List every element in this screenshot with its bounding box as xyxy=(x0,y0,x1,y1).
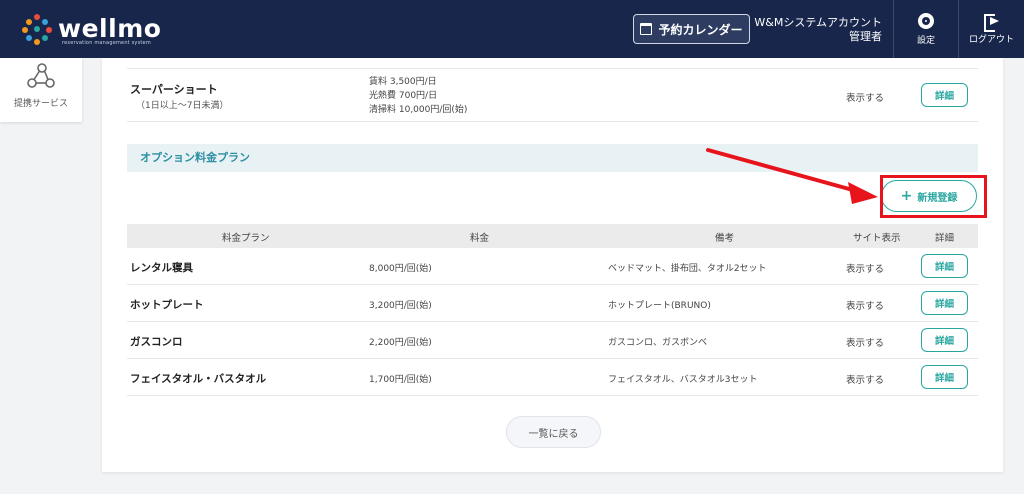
main-content-card: スーパーショート （1日以上～7日未満） 賃料 3,500円/日 光熱費 700… xyxy=(102,58,1003,472)
gear-icon xyxy=(918,12,934,29)
top-header: wellmo reservation management system 予約カ… xyxy=(0,0,1024,58)
price-line: 光熱費 700円/日 xyxy=(369,91,438,101)
reservation-calendar-button[interactable]: 予約カレンダー xyxy=(633,14,750,44)
plan-price: 8,000円/回(始) xyxy=(369,264,432,274)
column-header-plan: 料金プラン xyxy=(222,233,270,244)
site-display-status: 表示する xyxy=(846,264,885,275)
table-row: フェイスタオル・バスタオル 1,700円/回(始) フェイスタオル、バスタオル3… xyxy=(127,359,978,396)
plan-price: 2,200円/回(始) xyxy=(369,338,432,348)
settings-label: 設定 xyxy=(916,35,935,46)
calendar-icon xyxy=(640,23,653,35)
logout-button[interactable]: ログアウト xyxy=(959,0,1024,58)
plan-name: スーパーショート xyxy=(130,83,218,96)
option-plan-section-title: オプション料金プラン xyxy=(127,144,978,172)
settings-button[interactable]: 設定 xyxy=(894,0,958,58)
price-line: 賃料 3,500円/日 xyxy=(369,77,437,87)
plan-name: ガスコンロ xyxy=(130,336,183,348)
plan-period: （1日以上～7日未満） xyxy=(136,101,229,111)
plan-name: ホットプレート xyxy=(130,299,204,311)
plan-price: 1,700円/回(始) xyxy=(369,375,432,385)
logout-icon xyxy=(983,13,1000,32)
price-line: 清掃料 10,000円/回(始) xyxy=(369,105,468,115)
detail-button[interactable]: 詳細 xyxy=(921,254,968,278)
logo-tagline: reservation management system xyxy=(62,40,151,46)
table-row: ガスコンロ 2,200円/回(始) ガスコンロ、ガスボンベ 表示する 詳細 xyxy=(127,322,978,359)
detail-button[interactable]: 詳細 xyxy=(921,83,968,107)
plan-name: フェイスタオル・バスタオル xyxy=(130,373,267,385)
plan-note: ホットプレート(BRUNO) xyxy=(608,301,711,311)
column-header-detail: 詳細 xyxy=(935,233,955,244)
logout-label: ログアウト xyxy=(968,34,1014,45)
column-header-price: 料金 xyxy=(470,233,490,244)
plan-price: 3,200円/回(始) xyxy=(369,301,432,311)
table-row: ホットプレート 3,200円/回(始) ホットプレート(BRUNO) 表示する … xyxy=(127,285,978,322)
plan-note: ベッドマット、掛布団、タオル2セット xyxy=(608,264,767,274)
account-info: W&Mシステムアカウント 管理者 xyxy=(752,16,882,44)
site-display-status: 表示する xyxy=(846,93,885,104)
wellmo-logo[interactable]: wellmo reservation management system xyxy=(22,14,162,46)
site-display-status: 表示する xyxy=(846,375,885,386)
table-header: 料金プラン 料金 備考 サイト表示 詳細 xyxy=(127,224,978,248)
option-plan-table: 料金プラン 料金 備考 サイト表示 詳細 レンタル寝具 8,000円/回(始) … xyxy=(127,224,978,396)
logo-dots-icon xyxy=(22,14,52,45)
site-display-status: 表示する xyxy=(846,301,885,312)
plan-prices: 賃料 3,500円/日 光熱費 700円/日 清掃料 10,000円/回(始) xyxy=(369,75,467,117)
detail-button[interactable]: 詳細 xyxy=(921,291,968,315)
annotation-highlight-box xyxy=(880,175,987,218)
account-role: 管理者 xyxy=(849,30,882,43)
sidebar-item-label: 提携サービス xyxy=(13,99,68,109)
sidebar-item-partner-services[interactable]: 提携サービス xyxy=(0,58,82,122)
column-header-note: 備考 xyxy=(715,233,735,244)
table-row: レンタル寝具 8,000円/回(始) ベッドマット、掛布団、タオル2セット 表示… xyxy=(127,248,978,285)
logo-text: wellmo xyxy=(58,14,162,43)
detail-button[interactable]: 詳細 xyxy=(921,365,968,389)
detail-button[interactable]: 詳細 xyxy=(921,328,968,352)
account-name: W&Mシステムアカウント xyxy=(754,16,882,29)
site-display-status: 表示する xyxy=(846,338,885,349)
plan-note: ガスコンロ、ガスボンベ xyxy=(608,338,708,348)
column-header-site-display: サイト表示 xyxy=(853,233,901,244)
back-to-list-button[interactable]: 一覧に戻る xyxy=(506,416,601,448)
calendar-button-label: 予約カレンダー xyxy=(658,22,743,37)
plan-note: フェイスタオル、バスタオル3セット xyxy=(608,375,758,385)
plan-name: レンタル寝具 xyxy=(130,262,193,274)
network-icon xyxy=(27,63,55,88)
plan-row-super-short: スーパーショート （1日以上～7日未満） 賃料 3,500円/日 光熱費 700… xyxy=(127,68,978,122)
